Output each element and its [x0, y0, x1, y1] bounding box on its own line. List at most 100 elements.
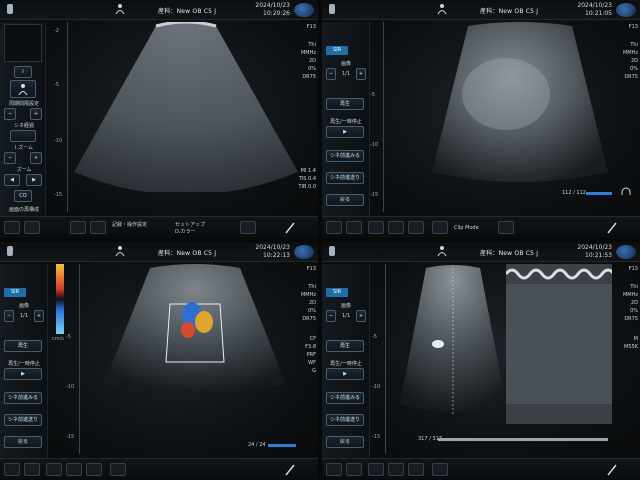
clip-mode-label[interactable]: Clip Mode	[454, 225, 479, 231]
report-button[interactable]	[346, 463, 362, 476]
image-counter: 1/1	[19, 313, 29, 319]
setting-toggle-button[interactable]	[10, 130, 36, 142]
zoom-minus-button[interactable]: −	[4, 152, 16, 164]
cine-forward-button[interactable]: シネ前進みる	[326, 150, 364, 162]
review-button[interactable]	[90, 221, 106, 234]
decrement-button[interactable]: −	[4, 310, 14, 322]
co-button[interactable]: CO	[14, 190, 32, 202]
frame-counter: 112 / 112	[562, 190, 586, 196]
cine-step-button[interactable]: シネ前進送り	[326, 414, 364, 426]
body-mark-button[interactable]	[10, 80, 36, 98]
decrement-button[interactable]: −	[326, 68, 336, 80]
play-button[interactable]: 再生	[326, 340, 364, 352]
pen-icon[interactable]	[606, 463, 618, 476]
cine-progress-bar[interactable]	[268, 444, 296, 447]
param-value: F13	[628, 266, 638, 272]
depth-scale: -5 -10 -15	[372, 264, 386, 454]
pen-icon[interactable]	[284, 221, 296, 234]
parameter-column: F13 Thi MMHz 2D 0% DR75 CF F3.8 PRF WF G	[300, 266, 318, 426]
calc-button[interactable]	[408, 463, 424, 476]
store-button[interactable]	[110, 463, 126, 476]
review-button[interactable]	[368, 463, 384, 476]
measure-button[interactable]	[388, 463, 404, 476]
tab-sir[interactable]: SIR	[4, 288, 26, 297]
print-button[interactable]	[498, 221, 514, 234]
back-button[interactable]: 戻る	[4, 436, 42, 448]
param-value: 0%	[630, 66, 638, 72]
cine-control-panel: SIR 画像 − 1/1 + 再生 再生/一時停止 ▶ シネ前進みる シネ前進送…	[0, 264, 48, 459]
param-value: MI 1.4	[300, 168, 316, 174]
bottom-label-1[interactable]: 記録・操作設定	[112, 222, 147, 228]
measure-button[interactable]	[66, 463, 82, 476]
play-triangle-button[interactable]: ▶	[4, 368, 42, 380]
bottom-label-3[interactable]: D.カラー	[175, 229, 195, 235]
back-button[interactable]: 戻る	[326, 194, 364, 206]
ultrasound-panel-3: 産科：New OB C5 J 2024/10/23 10:22:13 SIR 画…	[0, 242, 318, 480]
patient-button[interactable]	[326, 463, 342, 476]
forward-button[interactable]: ▶	[26, 174, 42, 186]
calc-button[interactable]	[86, 463, 102, 476]
tab-sir[interactable]: SIR	[326, 46, 348, 55]
play-triangle-button[interactable]: ▶	[326, 126, 364, 138]
exam-preset: 産科：New OB C5 J	[158, 8, 217, 15]
report-button[interactable]	[346, 221, 362, 234]
store-button[interactable]	[432, 463, 448, 476]
cine-progress-bar[interactable]	[586, 192, 612, 195]
report-button[interactable]	[24, 221, 40, 234]
increment-button[interactable]: +	[356, 68, 366, 80]
top-status-bar: 産科：New OB C5 J 2024/10/23 10:22:13	[0, 242, 318, 262]
param-value: 0%	[308, 308, 316, 314]
date-time: 2024/10/23 10:22:13	[255, 244, 290, 260]
patient-button[interactable]	[4, 221, 20, 234]
play-button[interactable]: 再生	[326, 98, 364, 110]
measure-button[interactable]	[70, 221, 86, 234]
patient-button[interactable]	[326, 221, 342, 234]
cine-step-button[interactable]: シネ前進送り	[4, 414, 42, 426]
decrement-button[interactable]: −	[4, 108, 16, 120]
param-value: PRF	[306, 352, 316, 358]
increment-button[interactable]: +	[30, 108, 42, 120]
decrement-button[interactable]: −	[326, 310, 336, 322]
cine-forward-button[interactable]: シネ前進みる	[4, 392, 42, 404]
patient-button[interactable]	[4, 463, 20, 476]
depth-scale: -2 -5 -10 -15	[54, 22, 68, 212]
back-button[interactable]: 戻る	[326, 436, 364, 448]
frame-counter: 24 / 24	[248, 442, 266, 448]
ultrasound-sector-image	[432, 22, 608, 182]
image-label: 画像	[340, 303, 351, 309]
body-mark-icon	[115, 4, 125, 15]
depth-tick: -5	[370, 92, 375, 98]
cine-step-button[interactable]: シネ前進送り	[326, 172, 364, 184]
play-button[interactable]: 再生	[4, 340, 42, 352]
top-status-bar: 産科：New OB C5 J 2024/10/23 10:21:05	[322, 0, 640, 20]
setting-label-f: 画面の再構成	[8, 207, 39, 213]
pen-icon[interactable]	[284, 463, 296, 476]
increment-button[interactable]: +	[34, 310, 44, 322]
bottom-label-2[interactable]: セットアップ	[175, 222, 205, 228]
param-value: 2D	[308, 58, 316, 64]
pen-icon[interactable]	[606, 221, 618, 234]
grid-icon[interactable]	[240, 221, 256, 234]
param-value: F3.8	[305, 344, 316, 350]
increment-button[interactable]: +	[356, 310, 366, 322]
ultrasound-panel-1: 産科：New OB C5 J 2024/10/23 10:20:26 Ⅰ 周期間…	[0, 0, 318, 238]
param-value: WF	[308, 360, 316, 366]
calc-button[interactable]	[408, 221, 424, 234]
tab-sir[interactable]: SIR	[326, 288, 348, 297]
cine-progress-bar[interactable]	[438, 438, 608, 441]
cine-forward-button[interactable]: シネ前進みる	[326, 392, 364, 404]
thumbnail-preview[interactable]	[4, 24, 42, 62]
measure-button[interactable]	[388, 221, 404, 234]
mode-box[interactable]: Ⅰ	[14, 66, 32, 78]
zoom-plus-button[interactable]: +	[30, 152, 42, 164]
time-text: 10:21:05	[585, 10, 612, 17]
setting-label-a: 周期間隔設定	[8, 101, 39, 107]
rewind-button[interactable]: ◀	[4, 174, 20, 186]
review-button[interactable]	[46, 463, 62, 476]
play-triangle-button[interactable]: ▶	[326, 368, 364, 380]
store-button[interactable]	[432, 221, 448, 234]
bottom-toolbar: Clip Mode	[322, 216, 640, 238]
review-button[interactable]	[368, 221, 384, 234]
report-button[interactable]	[24, 463, 40, 476]
depth-tick: -15	[54, 192, 63, 198]
